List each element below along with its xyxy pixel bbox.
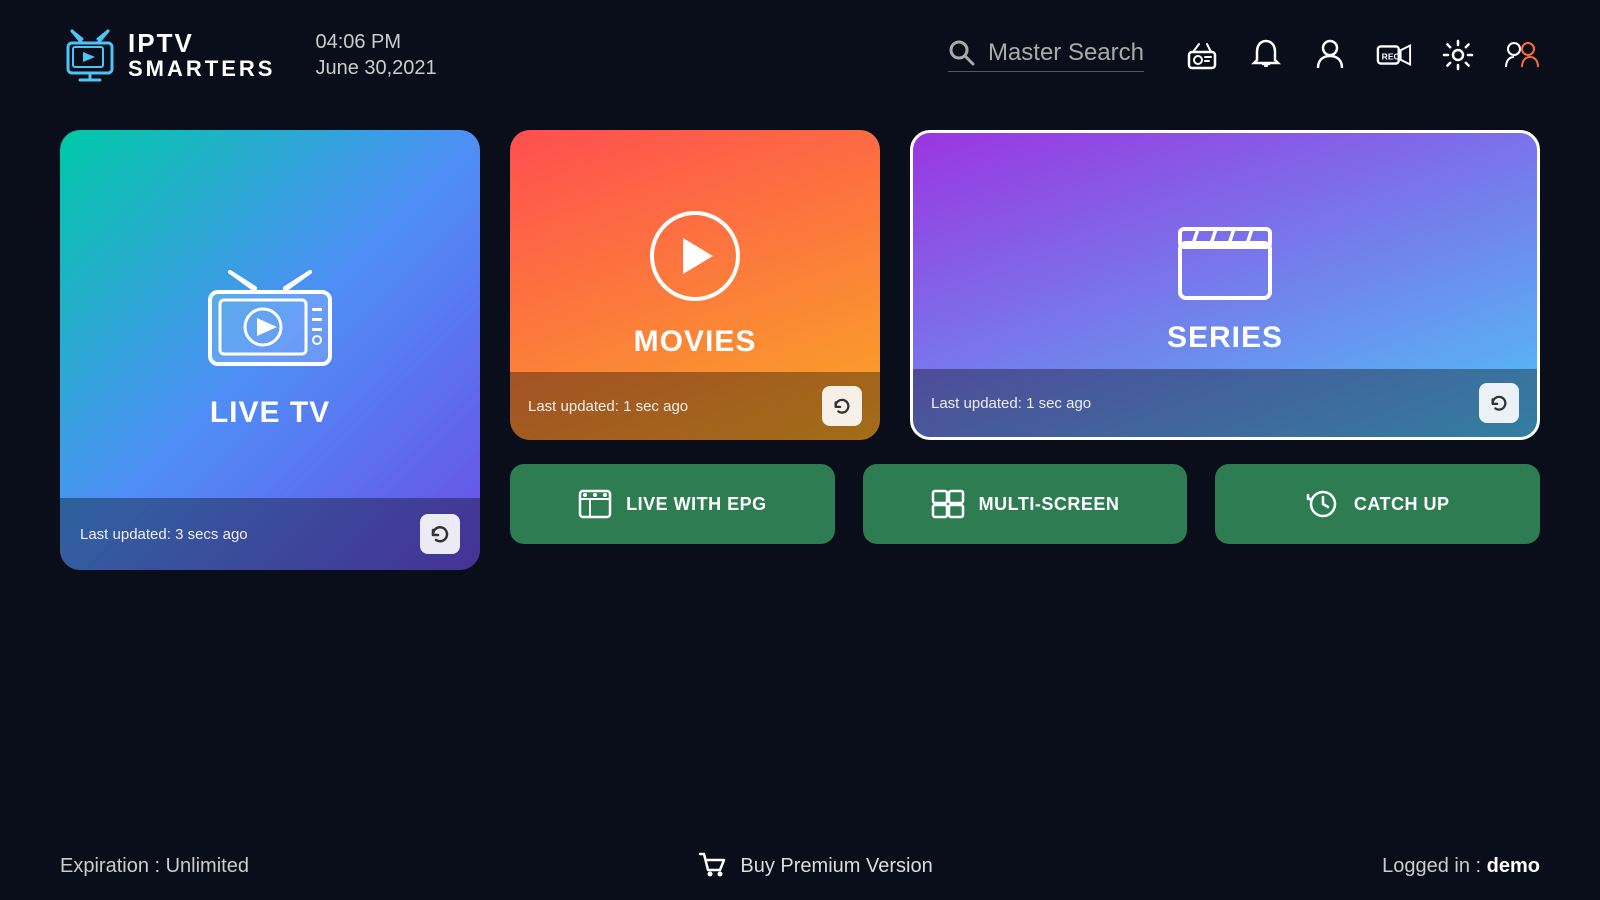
search-icon (948, 39, 976, 67)
settings-icon[interactable] (1440, 37, 1476, 73)
radio-icon[interactable] (1184, 37, 1220, 73)
datetime-area: 04:06 PM June 30,2021 (315, 29, 436, 81)
search-label: Master Search (988, 39, 1144, 67)
movies-play-icon (650, 211, 740, 301)
multi-screen-button[interactable]: MULTI-SCREEN (863, 464, 1188, 544)
account-switch-icon[interactable] (1504, 37, 1540, 73)
logged-in-user: demo (1487, 855, 1540, 877)
multi-screen-icon (931, 489, 965, 519)
expiration-text: Expiration : Unlimited (60, 855, 249, 878)
series-label: SERIES (1167, 321, 1283, 355)
cart-icon (698, 852, 728, 880)
svg-text:REC: REC (1382, 52, 1400, 62)
movies-refresh-btn[interactable] (822, 386, 862, 426)
iptv-logo-icon (60, 25, 120, 85)
header: IPTV SMARTERS 04:06 PM June 30,2021 Mast… (0, 0, 1600, 110)
search-area[interactable]: Master Search (948, 39, 1144, 72)
live-epg-label: LIVE WITH EPG (626, 494, 767, 515)
record-icon[interactable]: REC (1376, 37, 1412, 73)
logo-smarters-text: SMARTERS (128, 57, 275, 81)
logged-in-text: Logged in : demo (1382, 855, 1540, 878)
logo-area: IPTV SMARTERS (60, 25, 275, 85)
tv-icon (200, 270, 340, 380)
catch-up-button[interactable]: CATCH UP (1215, 464, 1540, 544)
live-tv-label: LIVE TV (210, 396, 330, 430)
right-col: MOVIES Last updated: 1 sec ago (510, 130, 1540, 544)
current-date: June 30,2021 (315, 55, 436, 81)
movies-label: MOVIES (634, 325, 757, 359)
live-epg-button[interactable]: LIVE WITH EPG (510, 464, 835, 544)
series-icon (1170, 215, 1280, 305)
current-time: 04:06 PM (315, 29, 436, 55)
movies-footer: Last updated: 1 sec ago (510, 372, 880, 440)
buy-premium-label: Buy Premium Version (740, 855, 932, 878)
live-tv-refresh-btn[interactable] (420, 514, 460, 554)
live-tv-icon-wrap (200, 270, 340, 380)
movies-updated: Last updated: 1 sec ago (528, 398, 688, 415)
nav-icons: REC (1184, 37, 1540, 73)
bell-icon[interactable] (1248, 37, 1284, 73)
logo-iptv-text: IPTV (128, 29, 275, 58)
main-content: LIVE TV Last updated: 3 secs ago (0, 110, 1600, 620)
live-tv-footer: Last updated: 3 secs ago (60, 498, 480, 570)
epg-icon (578, 489, 612, 519)
footer: Expiration : Unlimited Buy Premium Versi… (0, 852, 1600, 880)
live-tv-card[interactable]: LIVE TV Last updated: 3 secs ago (60, 130, 480, 570)
series-refresh-btn[interactable] (1479, 383, 1519, 423)
buy-premium-button[interactable]: Buy Premium Version (698, 852, 932, 880)
multi-screen-label: MULTI-SCREEN (979, 494, 1120, 515)
user-icon[interactable] (1312, 37, 1348, 73)
bottom-buttons: LIVE WITH EPG MULTI-SCREEN (510, 464, 1540, 544)
series-updated: Last updated: 1 sec ago (931, 395, 1091, 412)
catchup-icon (1306, 489, 1340, 519)
series-card[interactable]: SERIES Last updated: 1 sec ago (910, 130, 1540, 440)
cards-row: LIVE TV Last updated: 3 secs ago (60, 130, 1540, 570)
series-footer: Last updated: 1 sec ago (913, 369, 1537, 437)
catch-up-label: CATCH UP (1354, 494, 1450, 515)
live-tv-updated: Last updated: 3 secs ago (80, 526, 248, 543)
movies-card[interactable]: MOVIES Last updated: 1 sec ago (510, 130, 880, 440)
top-cards: MOVIES Last updated: 1 sec ago (510, 130, 1540, 440)
